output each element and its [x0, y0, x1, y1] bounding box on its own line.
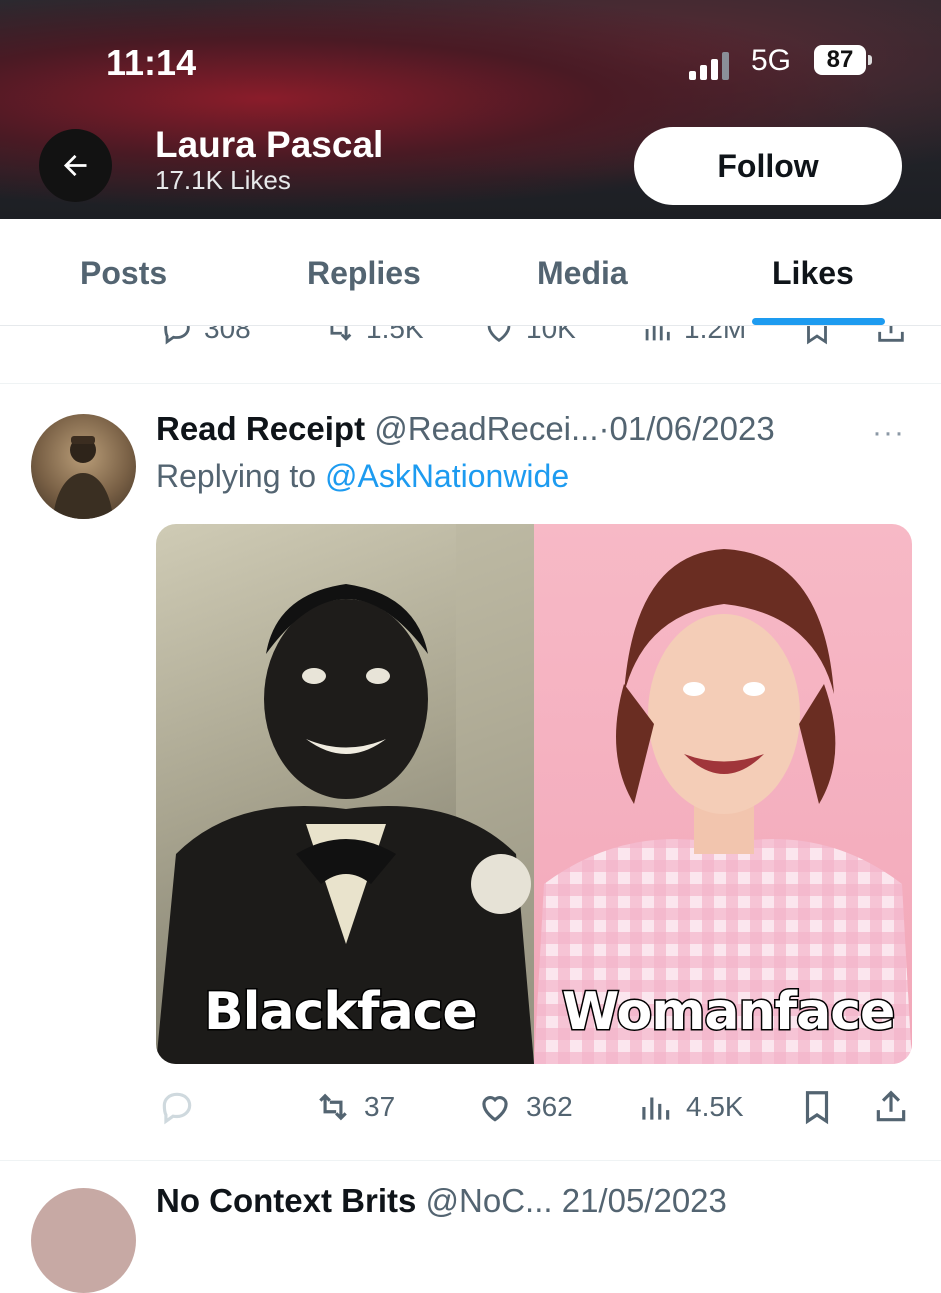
network-type: 5G [751, 44, 792, 77]
prev-view-count: 1.2M [684, 326, 747, 344]
battery-icon: 87 [814, 45, 866, 75]
repost-button[interactable]: 37 [314, 1088, 395, 1126]
prev-like-count: 10K [526, 326, 576, 344]
like-count: 362 [526, 1091, 573, 1122]
battery-tip [868, 55, 872, 65]
prev-views-button[interactable]: 1.2M [640, 326, 746, 346]
views-icon [642, 1097, 670, 1120]
tweet-date[interactable]: 01/06/2023 [610, 410, 775, 447]
reply-button[interactable] [158, 1088, 196, 1126]
avatar[interactable] [31, 414, 136, 519]
replying-to-line: Replying to @AskNationwide [156, 458, 569, 495]
profile-name: Laura Pascal [155, 124, 384, 165]
profile-tabs: Posts Replies Media Likes [0, 219, 941, 326]
tab-posts[interactable]: Posts [80, 255, 167, 292]
follow-button[interactable]: Follow [634, 127, 902, 205]
views-button[interactable]: 4.5K [636, 1088, 744, 1126]
like-button[interactable]: 362 [476, 1088, 573, 1126]
next-post-author-line: No Context Brits @NoC... 21/05/2023 [156, 1182, 727, 1220]
profile-likes-count: 17.1K Likes [155, 165, 291, 195]
arrow-left-icon [63, 154, 87, 177]
prev-reply-count: 308 [204, 326, 251, 344]
status-time: 11:14 [106, 42, 197, 83]
signal-icon [689, 50, 733, 80]
tweet-author-name[interactable]: Read Receipt [156, 410, 365, 447]
replying-mention-link[interactable]: @AskNationwide [325, 458, 569, 494]
prev-share-button[interactable] [874, 326, 908, 346]
divider [0, 383, 941, 384]
bookmark-icon [807, 326, 827, 345]
repost-icon [330, 326, 352, 341]
back-button[interactable] [39, 129, 112, 202]
share-icon [876, 1090, 906, 1122]
prev-reply-button[interactable]: 308 [160, 326, 251, 346]
tab-replies[interactable]: Replies [307, 255, 421, 292]
more-options-icon[interactable]: ··· [872, 416, 905, 450]
divider [0, 1160, 941, 1161]
tab-media[interactable]: Media [537, 255, 628, 292]
profile-header: 11:14 5G 87 Laura Pascal 17.1K Likes Fol… [0, 0, 941, 219]
repost-count: 37 [364, 1091, 396, 1122]
tweet-author-line: Read Receipt @ReadRecei...·01/06/2023 [156, 410, 775, 448]
tweet-media-image[interactable]: Blackface Womanface [156, 524, 912, 1064]
active-tab-indicator [752, 318, 885, 325]
bookmark-button[interactable] [798, 1088, 836, 1126]
heart-icon [482, 1096, 508, 1122]
left-caption: Blackface [203, 981, 480, 1044]
prev-repost-button[interactable]: 1.5K [322, 326, 424, 346]
share-button[interactable] [872, 1088, 910, 1126]
tweet-handle[interactable]: @ReadRecei... [374, 410, 598, 447]
views-icon [645, 326, 670, 341]
media-right-panel: Womanface [534, 524, 912, 1064]
tab-likes[interactable]: Likes [772, 255, 854, 292]
repost-icon [319, 1093, 347, 1121]
heart-icon [487, 326, 511, 343]
prev-repost-count: 1.5K [366, 326, 424, 344]
media-left-panel: Blackface [156, 524, 534, 1064]
share-icon [878, 326, 904, 342]
reply-icon [164, 326, 190, 345]
reply-icon [162, 1092, 192, 1125]
next-post-avatar[interactable] [31, 1188, 136, 1293]
prev-bookmark-button[interactable] [800, 326, 834, 346]
bookmark-icon [805, 1091, 829, 1125]
view-count: 4.5K [686, 1091, 744, 1122]
replying-prefix: Replying to [156, 458, 317, 494]
soldier-portrait-image [53, 436, 113, 519]
tweet-separator: · [598, 410, 610, 447]
prev-like-button[interactable]: 10K [482, 326, 576, 346]
previous-post-actions: 308 1.5K 10K 1.2M [0, 326, 941, 350]
right-caption: Womanface [560, 981, 896, 1044]
